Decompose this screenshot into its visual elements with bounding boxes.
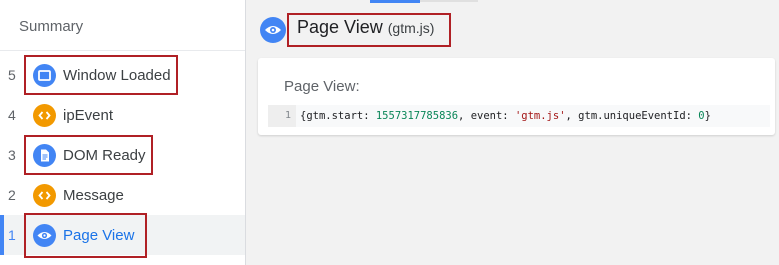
highlight-box <box>24 213 147 258</box>
code-block: 1 {gtm.start: 1557317785836, event: 'gtm… <box>268 105 770 127</box>
event-number: 4 <box>8 107 16 123</box>
highlight-box <box>24 55 178 95</box>
highlight-box <box>287 13 451 47</box>
card-title: Page View: <box>284 78 360 95</box>
code-brackets-icon <box>33 184 56 207</box>
event-details-card: Page View: 1 {gtm.start: 1557317785836, … <box>258 58 775 135</box>
event-row-message[interactable]: 2 Message <box>0 175 245 215</box>
code-number: 1557317785836 <box>375 110 459 122</box>
code-string: 'gtm.js' <box>514 110 566 122</box>
event-number: 3 <box>8 147 16 163</box>
tab-divider <box>420 0 478 2</box>
code-brackets-icon <box>33 104 56 127</box>
selection-indicator <box>0 215 4 255</box>
code-token: {gtm.start: <box>300 110 376 122</box>
event-label: Message <box>63 187 124 204</box>
event-number: 2 <box>8 187 16 203</box>
sidebar-title: Summary <box>19 18 84 35</box>
event-label: ipEvent <box>63 107 114 124</box>
event-number: 1 <box>8 227 16 243</box>
sidebar: Summary 5 Window Loaded 4 ipEvent 3 DOM … <box>0 0 246 265</box>
line-number: 1 <box>268 105 296 127</box>
code-token: , gtm.uniqueEventId: <box>565 110 699 122</box>
eye-icon <box>260 17 286 43</box>
main-panel: Page View (gtm.js) Page View: 1 {gtm.sta… <box>246 0 779 265</box>
code-token: } <box>704 110 711 122</box>
highlight-box <box>24 135 153 175</box>
code-token: , event: <box>458 110 515 122</box>
event-row-ipevent[interactable]: 4 ipEvent <box>0 95 245 135</box>
event-number: 5 <box>8 67 16 83</box>
code-line[interactable]: {gtm.start: 1557317785836, event: 'gtm.j… <box>300 105 711 127</box>
tab-indicator <box>370 0 420 3</box>
sidebar-header: Summary <box>0 0 245 51</box>
